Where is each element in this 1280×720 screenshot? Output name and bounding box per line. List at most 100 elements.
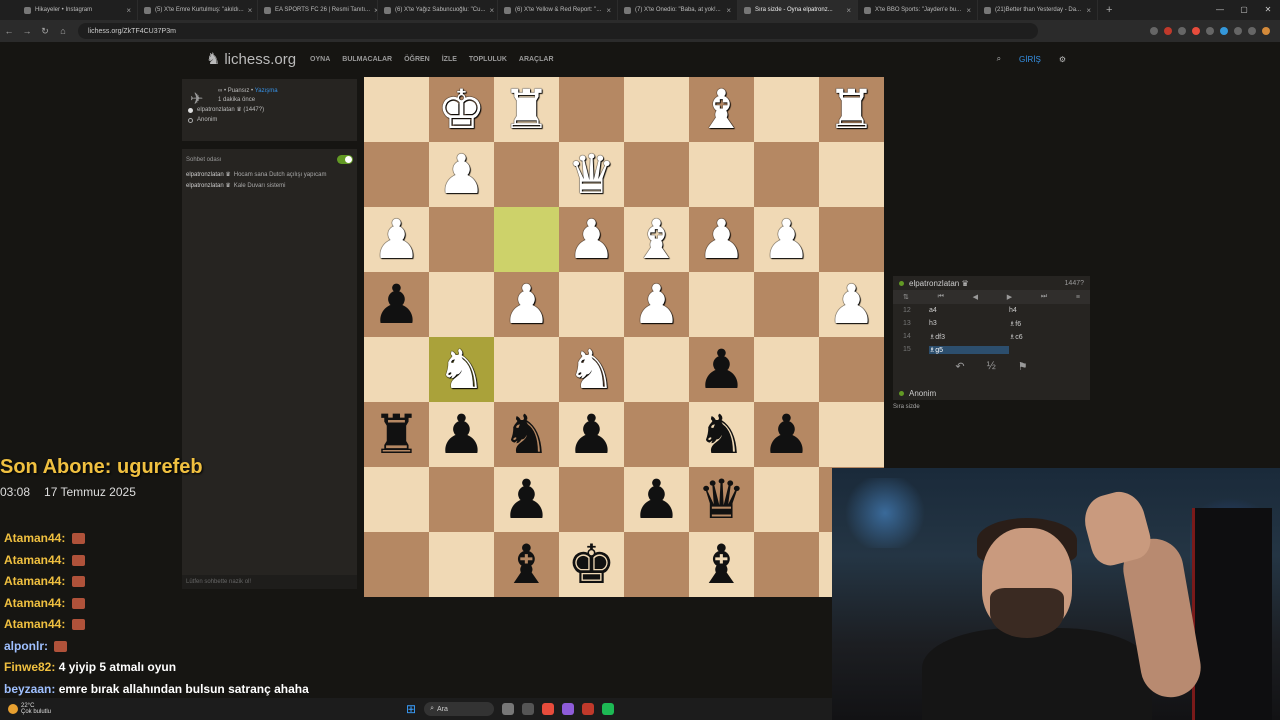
close-tab-icon[interactable]: × xyxy=(726,6,731,15)
discord-icon[interactable] xyxy=(562,703,575,715)
app-icon[interactable] xyxy=(582,703,595,715)
black-knight-piece[interactable]: ♞ xyxy=(502,407,550,462)
extension-icon[interactable] xyxy=(1220,27,1228,35)
board-square[interactable]: ♞ xyxy=(429,337,494,402)
board-square[interactable]: ♟ xyxy=(364,207,429,272)
board-square[interactable] xyxy=(364,142,429,207)
task-view-icon[interactable] xyxy=(502,703,515,715)
board-square[interactable] xyxy=(754,337,819,402)
extension-icon[interactable] xyxy=(1164,27,1172,35)
top-player[interactable]: elpatronzlatan ♛ 1447? xyxy=(893,276,1090,290)
black-pawn-piece[interactable]: ♟ xyxy=(372,277,420,332)
menu-icon[interactable]: ≡ xyxy=(1076,294,1080,301)
browser-tab[interactable]: Hikayeler • Instagram × xyxy=(18,0,138,20)
chess-board[interactable]: ♚ ♜ ♝ ♜ ♟ ♛ ♟ ♟ ♝ ♟ ♟ ♟ ♟ ♟ ♟ ♞ ♞ ♟ ♜ ♟ ♞ ♟ ♞ ♟ ♟ ♟ ♛ ♝ ♚ ♝ xyxy=(364,77,884,597)
black-move[interactable]: ♗c6 xyxy=(1009,333,1089,341)
board-square[interactable] xyxy=(689,272,754,337)
board-square[interactable]: ♝ xyxy=(494,532,559,597)
board-square[interactable]: ♚ xyxy=(559,532,624,597)
white-rook-piece[interactable]: ♜ xyxy=(827,82,875,137)
board-square[interactable] xyxy=(429,272,494,337)
board-square[interactable] xyxy=(494,337,559,402)
white-pawn-piece[interactable]: ♟ xyxy=(762,212,810,267)
board-square[interactable]: ♟ xyxy=(494,272,559,337)
nav-watch[interactable]: İZLE xyxy=(442,56,457,63)
black-player[interactable]: Anonim xyxy=(188,116,351,125)
prev-move-icon[interactable]: ◀ xyxy=(973,293,978,301)
black-pawn-piece[interactable]: ♟ xyxy=(567,407,615,462)
board-square[interactable]: ♚ xyxy=(429,77,494,142)
white-queen-piece[interactable]: ♛ xyxy=(567,147,615,202)
board-square[interactable]: ♟ xyxy=(689,337,754,402)
draw-offer-icon[interactable]: ½ xyxy=(987,360,996,372)
weather-widget[interactable]: 22°C Çok bulutlu xyxy=(0,703,51,715)
white-knight-piece[interactable]: ♞ xyxy=(437,342,485,397)
browser-tab[interactable]: X'te BBO Sports: "Jayden'e bu... × xyxy=(858,0,978,20)
board-square[interactable]: ♟ xyxy=(624,467,689,532)
profile-avatar[interactable] xyxy=(1262,27,1270,35)
board-square[interactable] xyxy=(754,77,819,142)
black-pawn-piece[interactable]: ♟ xyxy=(437,407,485,462)
nav-puzzles[interactable]: BULMACALAR xyxy=(342,56,392,63)
black-move[interactable]: h4 xyxy=(1009,307,1089,314)
board-square[interactable]: ♜ xyxy=(819,77,884,142)
board-square[interactable] xyxy=(494,142,559,207)
extension-icon[interactable] xyxy=(1234,27,1242,35)
white-move[interactable]: ♗g5 xyxy=(929,345,1009,354)
board-square[interactable] xyxy=(689,142,754,207)
white-player[interactable]: elpatronzlatan ♛ (1447?) xyxy=(188,106,351,115)
white-king-piece[interactable]: ♚ xyxy=(437,82,485,137)
windows-start-icon[interactable]: ⊞ xyxy=(406,702,416,716)
browser-tab[interactable]: (21)Better than Yesterday - Da... × xyxy=(978,0,1098,20)
board-square[interactable]: ♟ xyxy=(689,207,754,272)
close-tab-icon[interactable]: × xyxy=(966,6,971,15)
bottom-player[interactable]: Anonim xyxy=(893,386,1090,400)
white-pawn-piece[interactable]: ♟ xyxy=(437,147,485,202)
site-logo[interactable]: ♞ lichess.org xyxy=(206,49,296,69)
board-square[interactable]: ♞ xyxy=(559,337,624,402)
black-knight-piece[interactable]: ♞ xyxy=(697,407,745,462)
white-bishop-piece[interactable]: ♝ xyxy=(632,212,680,267)
board-square[interactable]: ♟ xyxy=(819,272,884,337)
takeback-icon[interactable]: ↶ xyxy=(955,360,964,373)
board-square[interactable] xyxy=(624,77,689,142)
new-tab-button[interactable]: + xyxy=(1098,4,1120,16)
board-square[interactable]: ♟ xyxy=(754,207,819,272)
board-square[interactable]: ♞ xyxy=(494,402,559,467)
extension-icon[interactable] xyxy=(1248,27,1256,35)
board-square[interactable] xyxy=(364,77,429,142)
white-bishop-piece[interactable]: ♝ xyxy=(697,82,745,137)
black-king-piece[interactable]: ♚ xyxy=(567,537,615,592)
black-pawn-piece[interactable]: ♟ xyxy=(632,472,680,527)
black-pawn-piece[interactable]: ♟ xyxy=(502,472,550,527)
board-square[interactable] xyxy=(624,402,689,467)
white-pawn-piece[interactable]: ♟ xyxy=(372,212,420,267)
extension-icon[interactable] xyxy=(1192,27,1200,35)
extension-icon[interactable] xyxy=(1206,27,1214,35)
board-square[interactable]: ♟ xyxy=(364,272,429,337)
close-tab-icon[interactable]: × xyxy=(489,6,494,15)
next-move-icon[interactable]: ▶ xyxy=(1007,293,1012,301)
file-explorer-icon[interactable] xyxy=(522,703,535,715)
board-square[interactable] xyxy=(364,532,429,597)
board-square[interactable] xyxy=(429,207,494,272)
url-field[interactable]: lichess.org/ZkTF4CU37P3m xyxy=(78,23,1038,39)
board-square[interactable]: ♛ xyxy=(559,142,624,207)
back-icon[interactable]: ← xyxy=(0,26,18,36)
board-square[interactable]: ♝ xyxy=(689,532,754,597)
black-pawn-piece[interactable]: ♟ xyxy=(762,407,810,462)
board-square[interactable] xyxy=(559,272,624,337)
white-pawn-piece[interactable]: ♟ xyxy=(502,277,550,332)
home-icon[interactable]: ⌂ xyxy=(54,26,72,36)
forward-icon[interactable]: → xyxy=(18,26,36,36)
close-tab-icon[interactable]: × xyxy=(606,6,611,15)
board-square[interactable]: ♟ xyxy=(559,402,624,467)
board-square[interactable]: ♟ xyxy=(624,272,689,337)
board-square[interactable] xyxy=(559,77,624,142)
first-move-icon[interactable]: ⏮ xyxy=(938,293,944,301)
white-move[interactable]: h3 xyxy=(929,320,1009,327)
board-square[interactable]: ♜ xyxy=(494,77,559,142)
board-square[interactable] xyxy=(754,272,819,337)
gear-icon[interactable]: ⚙ xyxy=(1059,55,1066,64)
white-pawn-piece[interactable]: ♟ xyxy=(697,212,745,267)
